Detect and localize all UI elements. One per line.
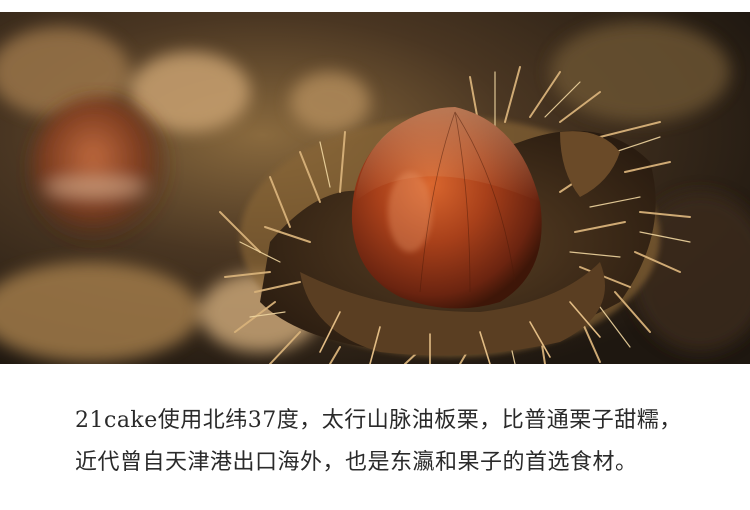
chestnut-burr-photo [0,12,750,364]
product-description: 21cake使用北纬37度，太行山脉油板栗，比普通栗子甜糯， 近代曾自天津港出口… [75,400,715,484]
description-line-2: 近代曾自天津港出口海外，也是东瀛和果子的首选食材。 [75,450,638,475]
description-line-1: 21cake使用北纬37度，太行山脉油板栗，比普通栗子甜糯， [75,408,682,433]
